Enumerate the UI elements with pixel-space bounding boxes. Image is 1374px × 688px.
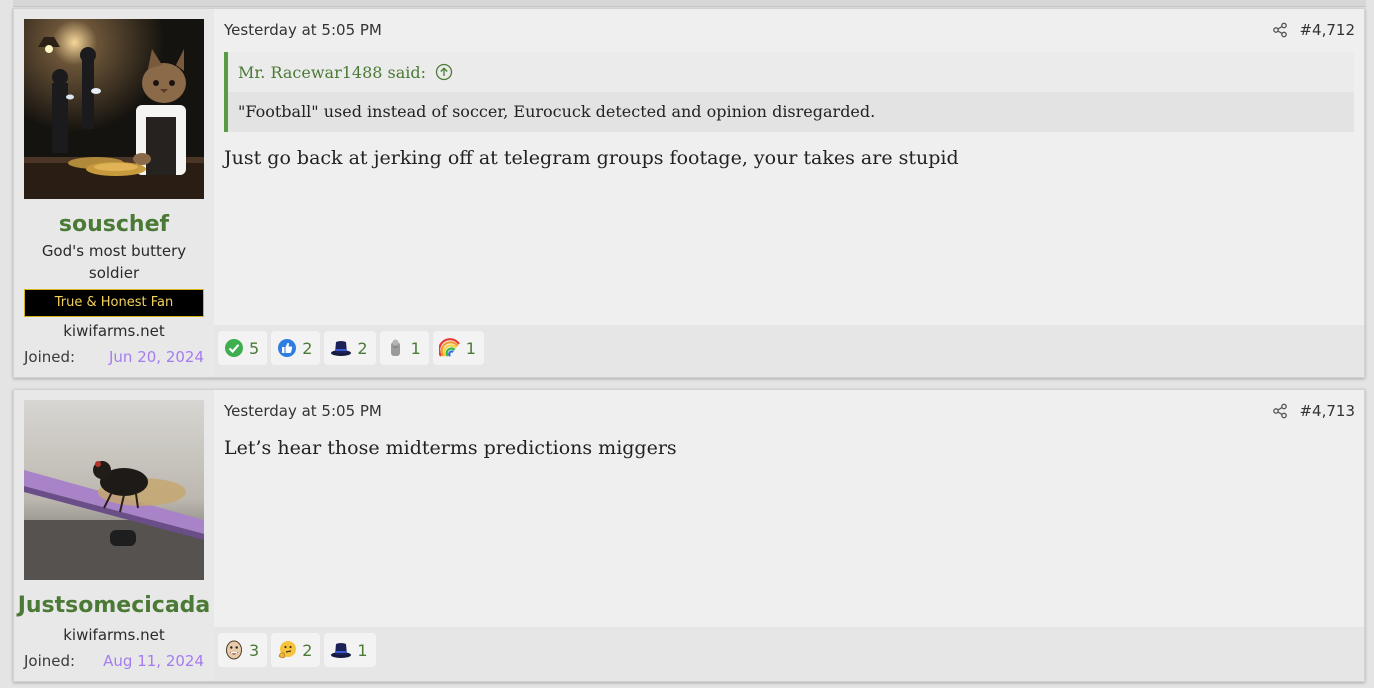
joined-date: Aug 11, 2024 xyxy=(103,652,204,670)
thumbs-up-icon xyxy=(278,339,297,357)
reaction-check[interactable]: 5 xyxy=(218,331,268,365)
quote-author[interactable]: Mr. Racewar1488 said: xyxy=(238,63,426,82)
reactions-bar: 3 2 1 xyxy=(214,627,1364,681)
user-info-panel: souschef God's most buttery soldier True… xyxy=(14,9,214,377)
thinking-face-icon xyxy=(278,641,297,659)
avatar[interactable] xyxy=(24,19,204,199)
check-icon xyxy=(225,339,243,357)
rainbow-icon xyxy=(438,338,460,357)
laughing-face-icon xyxy=(226,640,242,660)
user-info-panel: Justsomecicada kiwifarms.net Joined: Aug… xyxy=(14,390,214,681)
share-icon[interactable] xyxy=(1272,403,1288,419)
username[interactable]: souschef xyxy=(14,212,214,237)
post-4712: souschef God's most buttery soldier True… xyxy=(13,8,1365,378)
post-4713: Justsomecicada kiwifarms.net Joined: Aug… xyxy=(13,389,1365,682)
reaction-rainbow[interactable]: 1 xyxy=(432,331,484,365)
post-main: Yesterday at 5:05 PM #4,712 Mr. Racewar1… xyxy=(214,9,1364,377)
reaction-thumbs-up[interactable]: 2 xyxy=(271,331,321,365)
top-hat-icon xyxy=(331,643,352,658)
reaction-count: 5 xyxy=(249,338,260,358)
share-icon[interactable] xyxy=(1272,22,1288,38)
user-site: kiwifarms.net xyxy=(63,626,165,644)
joined-label: Joined: xyxy=(24,652,76,670)
arrow-up-circle-icon[interactable] xyxy=(435,63,453,81)
joined-row: Joined: Aug 11, 2024 xyxy=(24,652,204,670)
reaction-gray-figure[interactable]: 1 xyxy=(379,331,429,365)
reaction-thinking-face[interactable]: 2 xyxy=(271,633,321,667)
reaction-count: 2 xyxy=(302,338,313,358)
joined-row: Joined: Jun 20, 2024 xyxy=(24,348,204,366)
reaction-count: 1 xyxy=(465,338,476,358)
post-message: Just go back at jerking off at telegram … xyxy=(224,147,959,169)
reaction-count: 2 xyxy=(357,338,368,358)
quote-text: "Football" used instead of soccer, Euroc… xyxy=(228,92,1354,132)
post-date[interactable]: Yesterday at 5:05 PM xyxy=(224,402,382,420)
reaction-top-hat[interactable]: 1 xyxy=(324,633,376,667)
joined-label: Joined: xyxy=(24,348,76,366)
joined-date: Jun 20, 2024 xyxy=(108,348,204,366)
user-banner: True & Honest Fan xyxy=(24,289,204,317)
previous-post-edge xyxy=(13,0,1366,7)
reaction-count: 3 xyxy=(249,640,260,660)
reaction-count: 1 xyxy=(357,640,368,660)
reactions-bar: 5 2 2 1 1 xyxy=(214,325,1364,377)
post-main: Yesterday at 5:05 PM #4,713 Let’s hear t… xyxy=(214,390,1364,681)
reaction-laughing-face[interactable]: 3 xyxy=(218,633,268,667)
reaction-count: 2 xyxy=(302,640,313,660)
reaction-count: 1 xyxy=(410,338,421,358)
user-title: God's most buttery soldier xyxy=(41,242,187,282)
post-date[interactable]: Yesterday at 5:05 PM xyxy=(224,21,382,39)
quote-block: Mr. Racewar1488 said: "Football" used in… xyxy=(224,52,1354,132)
top-hat-icon xyxy=(331,341,352,356)
user-site: kiwifarms.net xyxy=(63,322,165,340)
avatar[interactable] xyxy=(24,400,204,580)
quote-header: Mr. Racewar1488 said: xyxy=(238,63,453,82)
post-number[interactable]: #4,712 xyxy=(1299,21,1355,39)
reaction-top-hat[interactable]: 2 xyxy=(324,331,376,365)
username[interactable]: Justsomecicada xyxy=(14,593,214,618)
post-number[interactable]: #4,713 xyxy=(1299,402,1355,420)
gray-figure-icon xyxy=(390,339,400,356)
post-message: Let’s hear those midterms predictions mi… xyxy=(224,437,677,459)
